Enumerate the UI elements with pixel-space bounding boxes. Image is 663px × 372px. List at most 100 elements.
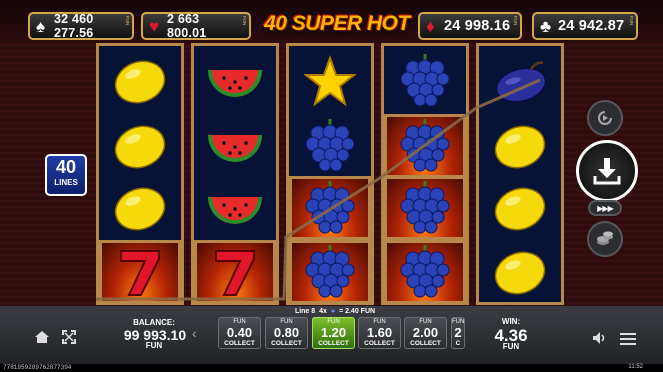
- lemon-icon: [114, 187, 166, 231]
- jackpot-currency: FUN: [513, 16, 518, 26]
- bet-value: 0.80: [273, 325, 300, 340]
- win-line-multiplier: 4x: [319, 308, 327, 315]
- lines-label: LINES: [54, 178, 78, 187]
- reel-symbol-lemon: [99, 176, 181, 240]
- jackpot-clubs: ♣ 24 942.87 FUN: [532, 12, 638, 40]
- footer-bar: 7781959289762877394 11:52: [0, 364, 663, 372]
- home-icon[interactable]: [34, 330, 50, 349]
- bet-value: 1.20: [320, 325, 347, 340]
- bet-option-partial[interactable]: FUN 2 C: [451, 317, 465, 349]
- grapes-icon: [400, 181, 450, 234]
- bet-option[interactable]: FUN 0.80 COLLECT: [265, 317, 308, 349]
- reel-3: [286, 43, 374, 305]
- jackpot-value: 32 460 277.56: [54, 12, 94, 40]
- reel-symbol-plum: [479, 49, 561, 113]
- download-icon: [593, 158, 621, 185]
- seven-icon: [120, 250, 160, 296]
- jackpot-value: 24 942.87: [558, 18, 625, 34]
- grapes-icon: [400, 245, 450, 298]
- watermelon-icon: [208, 197, 262, 224]
- plum-icon: [495, 61, 547, 103]
- reel-symbol-watermelon: [194, 114, 276, 178]
- lemon-icon: [494, 187, 546, 231]
- reel-symbol-grapes: [289, 114, 371, 178]
- balance-label: BALANCE:: [133, 318, 175, 327]
- reel-symbol-lemon: [479, 240, 561, 304]
- watermelon-icon: [208, 135, 262, 162]
- balance-currency: FUN: [145, 341, 163, 350]
- turbo-button[interactable]: ▶▶▶: [588, 200, 622, 216]
- fullscreen-icon[interactable]: [62, 330, 76, 349]
- reel-symbol-grapes: [289, 240, 371, 304]
- lemon-icon: [494, 125, 546, 169]
- jackpot-currency: FUN: [629, 16, 634, 26]
- game-title: 40 SUPER HOT: [264, 12, 410, 35]
- lines-count: 40: [55, 157, 77, 177]
- reel-symbol-lemon: [479, 114, 561, 178]
- win-line-number: Line 8: [294, 308, 316, 315]
- menu-icon[interactable]: [620, 332, 636, 350]
- reel-2: [191, 43, 279, 305]
- win-line-amount: = 2.40 FUN: [339, 308, 376, 315]
- jackpot-bar: ♠ 32 460 277.56 FUN ♥ 2 663 800.01 FUN 4…: [0, 0, 663, 42]
- game-stage: ♠ 32 460 277.56 FUN ♥ 2 663 800.01 FUN 4…: [0, 0, 663, 372]
- sound-icon[interactable]: [592, 331, 608, 350]
- reel-symbol-seven: [99, 240, 181, 304]
- reel-1: [96, 43, 184, 305]
- reel-5: [476, 43, 564, 305]
- bet-coins-button[interactable]: [587, 221, 623, 257]
- jackpot-currency: FUN: [242, 16, 247, 26]
- reel-4: [381, 43, 469, 305]
- win-currency: FUN: [502, 342, 520, 351]
- spin-button[interactable]: [576, 140, 638, 202]
- club-icon: ♣: [540, 17, 552, 36]
- seven-icon: [215, 250, 255, 296]
- bet-option-selected[interactable]: FUN 1.20 COLLECT: [312, 317, 355, 349]
- lemon-icon: [114, 60, 166, 104]
- coins-icon: [597, 231, 613, 245]
- reel-symbol-lemon: [99, 49, 181, 113]
- clock: 11:52: [628, 364, 643, 370]
- reel-symbol-seven: [194, 240, 276, 304]
- grapes-icon: [400, 119, 450, 172]
- bet-option[interactable]: FUN 0.40 COLLECT: [218, 317, 261, 349]
- lines-badge[interactable]: 40 LINES: [45, 154, 87, 196]
- autoplay-icon: [598, 111, 612, 125]
- heart-icon: ♥: [149, 17, 160, 36]
- bet-collect-label: COLLECT: [318, 340, 349, 347]
- bet-option[interactable]: FUN 2.00 COLLECT: [404, 317, 447, 349]
- bet-collect-label: COLLECT: [364, 340, 395, 347]
- fast-forward-icon: ▶▶▶: [597, 203, 614, 213]
- grapes-icon: [305, 119, 355, 172]
- jackpot-hearts: ♥ 2 663 800.01 FUN: [141, 12, 251, 40]
- jackpot-diamonds: ♦ 24 998.16 FUN: [418, 12, 522, 40]
- chevron-left-icon[interactable]: ‹: [192, 325, 197, 341]
- reel-symbol-grapes: [384, 49, 466, 113]
- jackpot-spades: ♠ 32 460 277.56 FUN: [28, 12, 134, 40]
- spade-icon: ♠: [36, 17, 46, 36]
- diamond-icon: ♦: [426, 17, 435, 36]
- bet-value: 2: [454, 325, 462, 340]
- bet-collect-label: COLLECT: [224, 340, 255, 347]
- ticket-id: 7781959289762877394: [3, 364, 72, 371]
- reel-symbol-grapes: [384, 240, 466, 304]
- bet-collect-label: C: [455, 340, 461, 347]
- grapes-icon: [305, 245, 355, 298]
- jackpot-value: 24 998.16: [444, 18, 511, 34]
- grapes-icon: [305, 181, 355, 234]
- bet-option[interactable]: FUN 1.60 COLLECT: [358, 317, 401, 349]
- reel-symbol-lemon: [479, 176, 561, 240]
- jackpot-currency: FUN: [125, 16, 130, 26]
- reel-symbol-grapes: [384, 176, 466, 240]
- bet-value: 1.60: [366, 325, 393, 340]
- bet-collect-label: COLLECT: [271, 340, 302, 347]
- reel-symbol-grapes: [289, 176, 371, 240]
- autoplay-button[interactable]: [587, 100, 623, 136]
- reel-symbol-watermelon: [194, 176, 276, 240]
- bet-collect-label: COLLECT: [410, 340, 441, 347]
- win-label: WIN:: [501, 317, 521, 326]
- grapes-icon: ●: [330, 308, 336, 315]
- grapes-icon: [400, 54, 450, 107]
- win-line-info: Line 8 4x ● = 2.40 FUN: [250, 308, 420, 315]
- reel-symbol-watermelon: [194, 49, 276, 113]
